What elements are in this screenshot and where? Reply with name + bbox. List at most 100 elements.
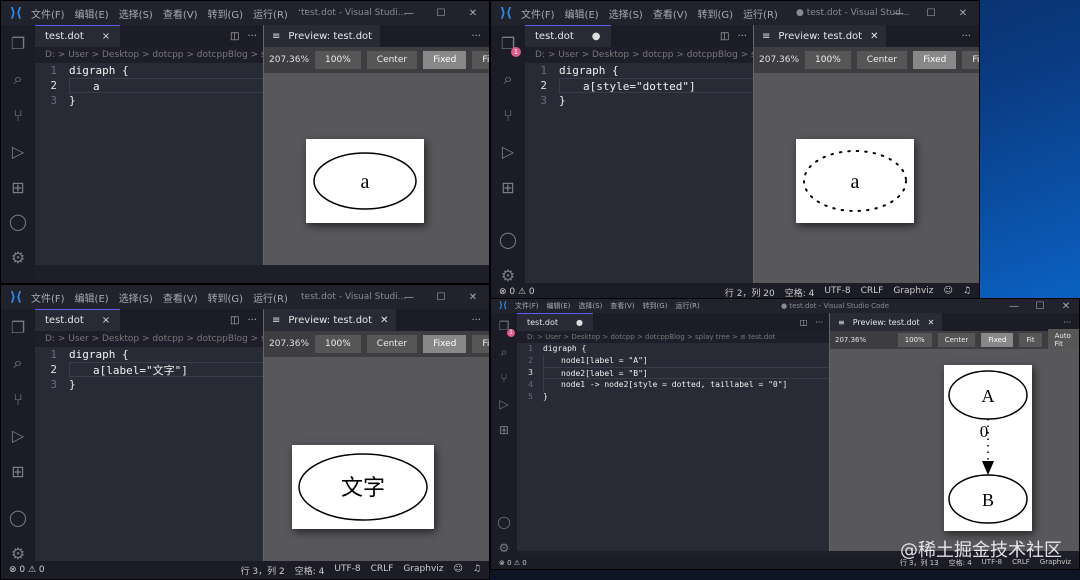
more-actions-icon[interactable]: ···: [1063, 318, 1079, 327]
maximize-icon[interactable]: ☐: [425, 8, 457, 19]
search-icon[interactable]: ⌕: [1, 61, 35, 97]
menu-edit[interactable]: 编辑(E): [547, 301, 571, 311]
fixed-button[interactable]: Fixed: [423, 51, 467, 69]
language-mode[interactable]: Graphviz: [893, 286, 933, 299]
menu-edit[interactable]: 编辑(E): [75, 290, 109, 305]
line-ending[interactable]: CRLF: [861, 286, 884, 299]
menu-selection[interactable]: 选择(S): [119, 290, 153, 305]
tab-test-dot[interactable]: test.dot ●: [525, 25, 611, 47]
zoom-100-button[interactable]: 100%: [315, 335, 361, 353]
tab-test-dot[interactable]: test.dot ●: [517, 313, 593, 331]
more-actions-icon[interactable]: ···: [471, 31, 489, 42]
menu-run[interactable]: 运行(R): [253, 6, 288, 21]
menu-run[interactable]: 运行(R): [743, 6, 778, 21]
menu-edit[interactable]: 编辑(E): [75, 6, 109, 21]
close-icon[interactable]: ✕: [1053, 301, 1079, 312]
code-editor[interactable]: 1 digraph { 2 node1[label = "A"] 3 node2[la…: [517, 343, 829, 551]
center-button[interactable]: Center: [366, 51, 418, 69]
fixed-button[interactable]: Fixed: [981, 333, 1014, 347]
menu-selection[interactable]: 选择(S): [609, 6, 643, 21]
menu-goto[interactable]: 转到(G): [208, 6, 244, 21]
indentation[interactable]: 空格: 4: [785, 286, 815, 299]
breadcrumb[interactable]: D: > User > Desktop > dotcpp > dotcppBlo…: [517, 331, 829, 343]
explorer-icon[interactable]: ❐ 1: [491, 25, 525, 61]
problems-indicator[interactable]: ⊗ 0 ⚠ 0: [9, 565, 45, 575]
source-control-icon[interactable]: ⑂: [1, 97, 35, 133]
language-mode[interactable]: Graphviz: [403, 564, 443, 577]
explorer-icon[interactable]: ❐: [1, 25, 35, 61]
menu-selection[interactable]: 选择(S): [578, 301, 602, 311]
minimize-icon[interactable]: —: [393, 292, 425, 303]
more-actions-icon[interactable]: ···: [247, 31, 257, 42]
menu-file[interactable]: 文件(F): [515, 301, 539, 311]
close-tab-icon[interactable]: ✕: [928, 318, 935, 327]
tab-preview[interactable]: ≡ Preview: test.dot ✕: [830, 313, 943, 331]
tab-preview[interactable]: ≡ Preview: test.dot ✕: [264, 309, 397, 331]
search-icon[interactable]: ⌕: [491, 339, 517, 365]
unsaved-dot-icon[interactable]: ●: [576, 318, 583, 327]
split-editor-icon[interactable]: ◫: [800, 318, 808, 327]
menu-view[interactable]: 查看(V): [610, 301, 634, 311]
encoding[interactable]: UTF-8: [824, 286, 850, 299]
tab-preview[interactable]: ≡ Preview: test.dot: [264, 25, 381, 47]
extensions-icon[interactable]: ⊞: [491, 417, 517, 443]
minimize-icon[interactable]: —: [1001, 301, 1027, 312]
close-tab-icon[interactable]: ✕: [380, 315, 388, 326]
extensions-icon[interactable]: ⊞: [1, 169, 35, 205]
split-editor-icon[interactable]: ◫: [230, 31, 239, 42]
bell-icon[interactable]: ♫: [473, 564, 481, 577]
preview-canvas[interactable]: 文字: [264, 357, 489, 561]
more-actions-icon[interactable]: ···: [247, 315, 257, 326]
more-actions-icon[interactable]: ···: [471, 315, 489, 326]
menu-goto[interactable]: 转到(G): [208, 290, 244, 305]
explorer-icon[interactable]: ❐ 1: [491, 313, 517, 339]
preview-canvas[interactable]: A 0 B: [830, 349, 1079, 551]
source-control-icon[interactable]: ⑂: [491, 97, 525, 133]
line-ending[interactable]: CRLF: [371, 564, 394, 577]
feedback-icon[interactable]: ☺: [944, 286, 953, 299]
menu-view[interactable]: 查看(V): [163, 290, 198, 305]
menu-goto[interactable]: 转到(G): [643, 301, 668, 311]
more-actions-icon[interactable]: ···: [815, 318, 823, 327]
maximize-icon[interactable]: ☐: [425, 292, 457, 303]
split-editor-icon[interactable]: ◫: [230, 315, 239, 326]
more-actions-icon[interactable]: ···: [737, 31, 747, 42]
cursor-position[interactable]: 行 2，列 20: [725, 286, 775, 299]
source-control-icon[interactable]: ⑂: [491, 365, 517, 391]
zoom-100-button[interactable]: 100%: [805, 51, 851, 69]
close-icon[interactable]: ✕: [457, 292, 489, 303]
menu-file[interactable]: 文件(F): [521, 6, 555, 21]
minimize-icon[interactable]: —: [883, 8, 915, 19]
account-icon[interactable]: ◯: [1, 203, 35, 239]
account-icon[interactable]: ◯: [491, 221, 525, 257]
run-debug-icon[interactable]: ▷: [1, 417, 35, 453]
close-icon[interactable]: ✕: [457, 8, 489, 19]
zoom-100-button[interactable]: 100%: [315, 51, 361, 69]
menu-edit[interactable]: 编辑(E): [565, 6, 599, 21]
account-icon[interactable]: ◯: [491, 509, 517, 535]
menu-view[interactable]: 查看(V): [163, 6, 198, 21]
problems-indicator[interactable]: ⊗ 0 ⚠ 0: [499, 559, 527, 567]
unsaved-dot-icon[interactable]: ●: [592, 31, 601, 42]
code-editor[interactable]: 1 digraph { 2 a[style="dotted"] 3}: [525, 63, 753, 283]
tab-preview[interactable]: ≡ Preview: test.dot ✕: [754, 25, 887, 47]
close-tab-icon[interactable]: ×: [102, 31, 110, 42]
bell-icon[interactable]: ♫: [963, 286, 971, 299]
breadcrumb[interactable]: D: > User > Desktop > dotcpp > dotcppBlo…: [35, 47, 263, 63]
indentation[interactable]: 空格: 4: [295, 564, 325, 577]
more-actions-icon[interactable]: ···: [961, 31, 979, 42]
menu-run[interactable]: 运行(R): [253, 290, 288, 305]
fit-button[interactable]: Fit: [962, 51, 979, 69]
code-editor[interactable]: 1 digraph { 2a 3}: [35, 63, 263, 265]
run-debug-icon[interactable]: ▷: [1, 133, 35, 169]
fixed-button[interactable]: Fixed: [423, 335, 467, 353]
menu-run[interactable]: 运行(R): [675, 301, 699, 311]
close-tab-icon[interactable]: ✕: [870, 31, 878, 42]
gear-icon[interactable]: ⚙: [1, 239, 35, 275]
encoding[interactable]: UTF-8: [334, 564, 360, 577]
account-icon[interactable]: ◯: [1, 499, 35, 535]
close-icon[interactable]: ✕: [947, 8, 979, 19]
auto-fit-button[interactable]: Auto Fit: [1047, 329, 1079, 351]
maximize-icon[interactable]: ☐: [915, 8, 947, 19]
explorer-icon[interactable]: ❐: [1, 309, 35, 345]
